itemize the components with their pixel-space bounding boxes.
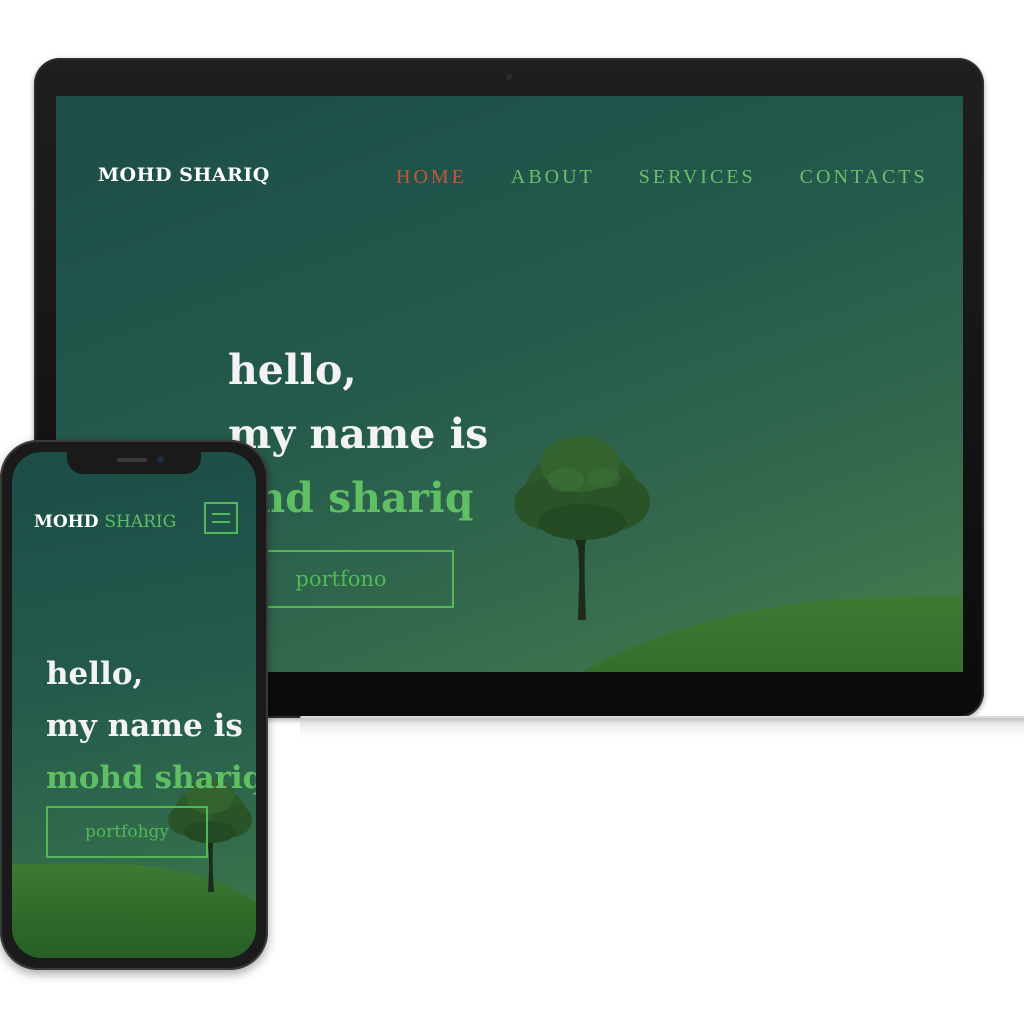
- mobile-hero-line-2: my name is: [46, 708, 243, 744]
- tree-illustration: [514, 436, 650, 620]
- mobile-brand-last: SHARIG: [104, 512, 177, 532]
- hamburger-menu-icon[interactable]: [204, 502, 238, 534]
- phone-notch: [67, 452, 201, 474]
- mobile-hero-name: mohd shariq: [46, 760, 256, 796]
- hero-line-1: hello,: [228, 346, 357, 394]
- hero-line-2: my name is: [228, 410, 489, 458]
- menu-bar-bottom: [212, 521, 230, 523]
- device-mockup-stage: MOHD SHARIQ HOME ABOUT SERVICES CONTACTS…: [0, 0, 1024, 1024]
- nav-contacts[interactable]: CONTACTS: [800, 166, 928, 189]
- mobile-portfolio-button[interactable]: portfohgy: [46, 806, 208, 858]
- site-brand[interactable]: MOHD SHARIQ: [98, 164, 270, 186]
- laptop-base-shadow: [300, 718, 1024, 724]
- mobile-hero-line-1: hello,: [46, 656, 144, 692]
- phone-screen: MOHD SHARIG hello, my name is mohd shari…: [12, 452, 256, 958]
- menu-bar-top: [212, 513, 230, 515]
- mobile-site-brand[interactable]: MOHD SHARIG: [34, 512, 176, 532]
- phone-camera: [157, 456, 164, 463]
- laptop-camera: [506, 74, 512, 80]
- main-nav: HOME ABOUT SERVICES CONTACTS: [396, 166, 928, 189]
- nav-about[interactable]: ABOUT: [511, 166, 595, 189]
- mobile-brand-first: MOHD: [34, 512, 99, 532]
- mobile-hero-heading: hello, my name is mohd shariq: [46, 648, 256, 804]
- nav-services[interactable]: SERVICES: [639, 166, 756, 189]
- phone-speaker: [117, 458, 147, 462]
- nav-home[interactable]: HOME: [396, 166, 467, 189]
- phone-frame: MOHD SHARIG hello, my name is mohd shari…: [0, 440, 268, 970]
